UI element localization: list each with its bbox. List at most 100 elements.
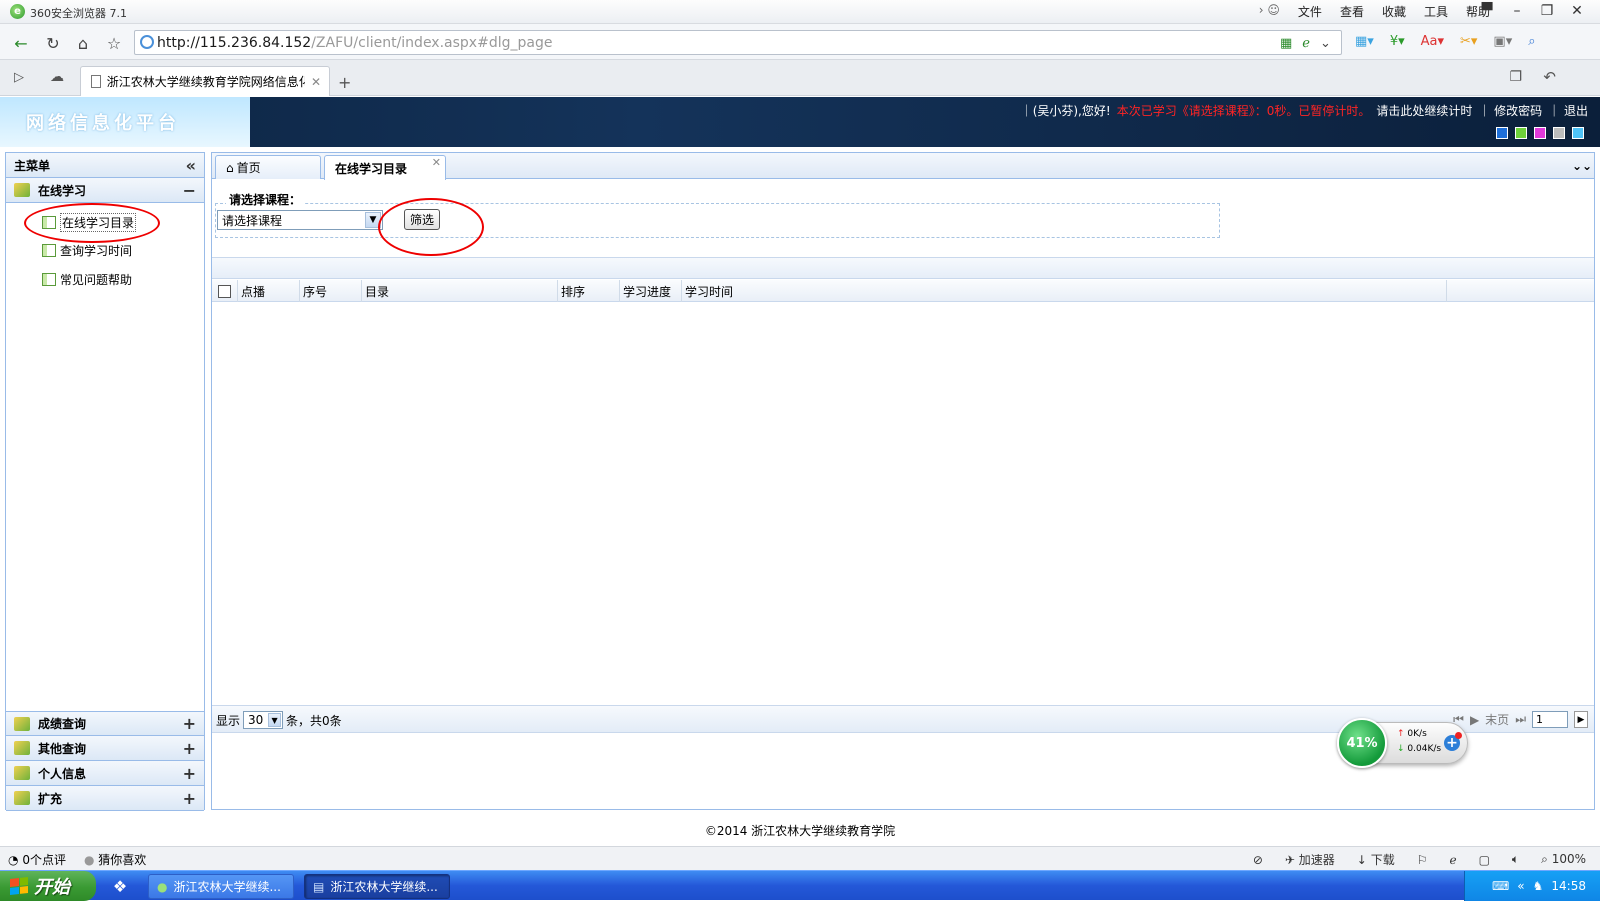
tab-home[interactable]: ⌂ 首页: [215, 155, 321, 179]
last-page-label[interactable]: 末页: [1485, 711, 1509, 728]
comments-link[interactable]: ◔ 0个点评: [8, 851, 66, 868]
expand-icon[interactable]: +: [183, 764, 196, 783]
screenshot-icon[interactable]: ✂▾: [1460, 34, 1477, 49]
tab-close-icon[interactable]: ✕: [311, 75, 321, 89]
apps-icon[interactable]: ▦▾: [1355, 34, 1374, 49]
taskbar-item-label: 浙江农林大学继续...: [173, 880, 281, 894]
col-header-play[interactable]: 点播: [238, 280, 300, 302]
accordion-extend[interactable]: 扩充 +: [6, 786, 204, 811]
sidebar-toggle-icon[interactable]: ▷: [14, 70, 24, 85]
minimize-icon[interactable]: –: [1502, 1, 1532, 21]
home-icon[interactable]: ⌂: [72, 32, 94, 54]
close-icon[interactable]: ✕: [1562, 1, 1592, 21]
filter-legend: 请选择课程：: [226, 191, 305, 208]
recommend-link[interactable]: ● 猜你喜欢: [84, 851, 146, 868]
new-tab-button[interactable]: +: [338, 73, 351, 92]
theme-swatch-cyan[interactable]: [1572, 127, 1584, 139]
menu-view[interactable]: 查看: [1340, 3, 1364, 20]
col-header-index[interactable]: 序号: [300, 280, 362, 302]
speed-widget[interactable]: 41% ↑ 0K/s ↓ 0.04K/s +: [1337, 718, 1468, 768]
globe-icon: [140, 35, 154, 49]
tab-catalog[interactable]: 在线学习目录 ✕: [324, 155, 446, 180]
expand-icon[interactable]: +: [183, 714, 196, 733]
restore-tabs-icon[interactable]: ❐: [1509, 69, 1522, 85]
cloud-icon[interactable]: ☁: [50, 69, 64, 85]
page-size-select[interactable]: 30 ▼: [243, 711, 284, 729]
collapse-panel-icon[interactable]: ⌄⌄: [1572, 157, 1592, 175]
menu-tools[interactable]: 工具: [1424, 3, 1448, 20]
next-page-icon[interactable]: ▶: [1470, 713, 1479, 727]
change-password-link[interactable]: ｜ 修改密码: [1478, 102, 1542, 119]
back-icon[interactable]: ←: [10, 32, 32, 54]
accordion-online-learning-label: 在线学习: [38, 183, 87, 198]
sound-icon[interactable]: 🔈︎: [1512, 852, 1519, 867]
flag-icon[interactable]: ⚐: [1417, 853, 1428, 867]
accordion-online-learning[interactable]: 在线学习 −: [6, 178, 204, 203]
payment-icon[interactable]: ¥▾: [1390, 34, 1405, 49]
select-all-checkbox[interactable]: [218, 285, 231, 298]
taskbar-item-document[interactable]: ▤ 浙江农林大学继续...: [304, 874, 450, 899]
tray-arrow-icon[interactable]: «: [1517, 879, 1524, 893]
search-icon[interactable]: ⌕: [1528, 34, 1535, 49]
window-icon[interactable]: ▢: [1479, 853, 1490, 867]
last-page-icon[interactable]: ⏭: [1515, 712, 1526, 727]
menu-file[interactable]: 文件: [1298, 3, 1322, 20]
sidebar-item-faq[interactable]: 常见问题帮助: [42, 271, 132, 288]
accordion-personal-info[interactable]: 个人信息 +: [6, 761, 204, 786]
accelerator-button[interactable]: ✈ 加速器: [1285, 851, 1335, 868]
browser-menu: › ☺ 文件 查看 收藏 工具 帮助: [1259, 3, 1490, 20]
col-header-progress[interactable]: 学习进度: [620, 280, 682, 302]
collapse-section-icon[interactable]: −: [183, 181, 196, 200]
url-dropdown-icon[interactable]: ⌄: [1320, 36, 1331, 51]
url-input[interactable]: http://115.236.84.152/ZAFU/client/index.…: [134, 30, 1342, 55]
course-select[interactable]: 请选择课程 ▼: [217, 210, 383, 230]
memory-percent-ball[interactable]: 41%: [1337, 718, 1387, 768]
qrcode-icon[interactable]: ▦: [1280, 36, 1292, 51]
image-icon[interactable]: ▣▾: [1493, 34, 1512, 49]
keyboard-icon[interactable]: ⌨: [1492, 879, 1509, 893]
zoom-control[interactable]: ⌕ 100%: [1541, 852, 1586, 867]
page-number-input[interactable]: 1: [1532, 711, 1568, 728]
quicklaunch-360-icon[interactable]: ❖: [108, 875, 132, 897]
start-button[interactable]: 开始: [0, 871, 96, 901]
expand-icon[interactable]: +: [183, 789, 196, 808]
taskbar-item-browser[interactable]: ● 浙江农林大学继续...: [148, 874, 294, 899]
skin-icon[interactable]: ▀: [1472, 1, 1502, 21]
accordion-grades[interactable]: 成绩查询 +: [6, 711, 204, 736]
col-header-order[interactable]: 排序: [558, 280, 620, 302]
star-icon[interactable]: ☆: [103, 32, 125, 54]
accordion-label: 扩充: [38, 791, 63, 806]
go-page-icon[interactable]: ▶: [1574, 711, 1588, 728]
expand-icon[interactable]: +: [183, 739, 196, 758]
accordion-label: 其他查询: [38, 741, 87, 756]
qq-icon[interactable]: ♞: [1533, 879, 1544, 893]
refresh-icon[interactable]: ↻: [42, 32, 64, 54]
shield-icon[interactable]: ⊘: [1253, 853, 1263, 867]
translate-icon[interactable]: Aa▾: [1421, 34, 1444, 49]
undo-close-icon[interactable]: ↶: [1543, 68, 1556, 86]
maximize-icon[interactable]: ❐: [1532, 1, 1562, 21]
accordion-label: 成绩查询: [38, 717, 87, 731]
user-icon[interactable]: › ☺: [1259, 3, 1280, 20]
download-button[interactable]: ↓ 下载: [1357, 851, 1395, 868]
theme-swatch-blue[interactable]: [1496, 127, 1508, 139]
col-header-catalog[interactable]: 目录: [362, 280, 558, 302]
theme-swatch-pink[interactable]: [1534, 127, 1546, 139]
download-label: 下载: [1370, 853, 1395, 867]
ie-mode-icon[interactable]: ℯ: [1449, 853, 1456, 867]
accordion-other-queries[interactable]: 其他查询 +: [6, 736, 204, 761]
browser-app-title: 360安全浏览器 7.1: [30, 7, 127, 20]
tab-close-icon[interactable]: ✕: [432, 156, 441, 169]
col-header-time[interactable]: 学习时间: [682, 280, 1447, 302]
resume-timer-link[interactable]: 请击此处继续计时: [1376, 102, 1472, 119]
theme-swatch-gray[interactable]: [1553, 127, 1565, 139]
theme-swatch-green[interactable]: [1515, 127, 1527, 139]
main-menu-panel: 主菜单 « 在线学习 − 在线学习目录 查询学习时间 常见问题帮助 成绩查询 +…: [5, 152, 205, 811]
menu-favorites[interactable]: 收藏: [1382, 3, 1406, 20]
browser-tab[interactable]: 浙江农林大学继续教育学院网络信息化 ✕: [80, 66, 330, 96]
sidebar-item-study-time[interactable]: 查询学习时间: [42, 242, 132, 259]
compat-mode-icon[interactable]: ℯ: [1302, 36, 1310, 51]
collapse-left-icon[interactable]: «: [186, 156, 196, 175]
browser-address-row: ← ↻ ⌂ ☆ http://115.236.84.152/ZAFU/clien…: [0, 24, 1600, 60]
logout-link[interactable]: ｜ 退出: [1548, 102, 1588, 119]
